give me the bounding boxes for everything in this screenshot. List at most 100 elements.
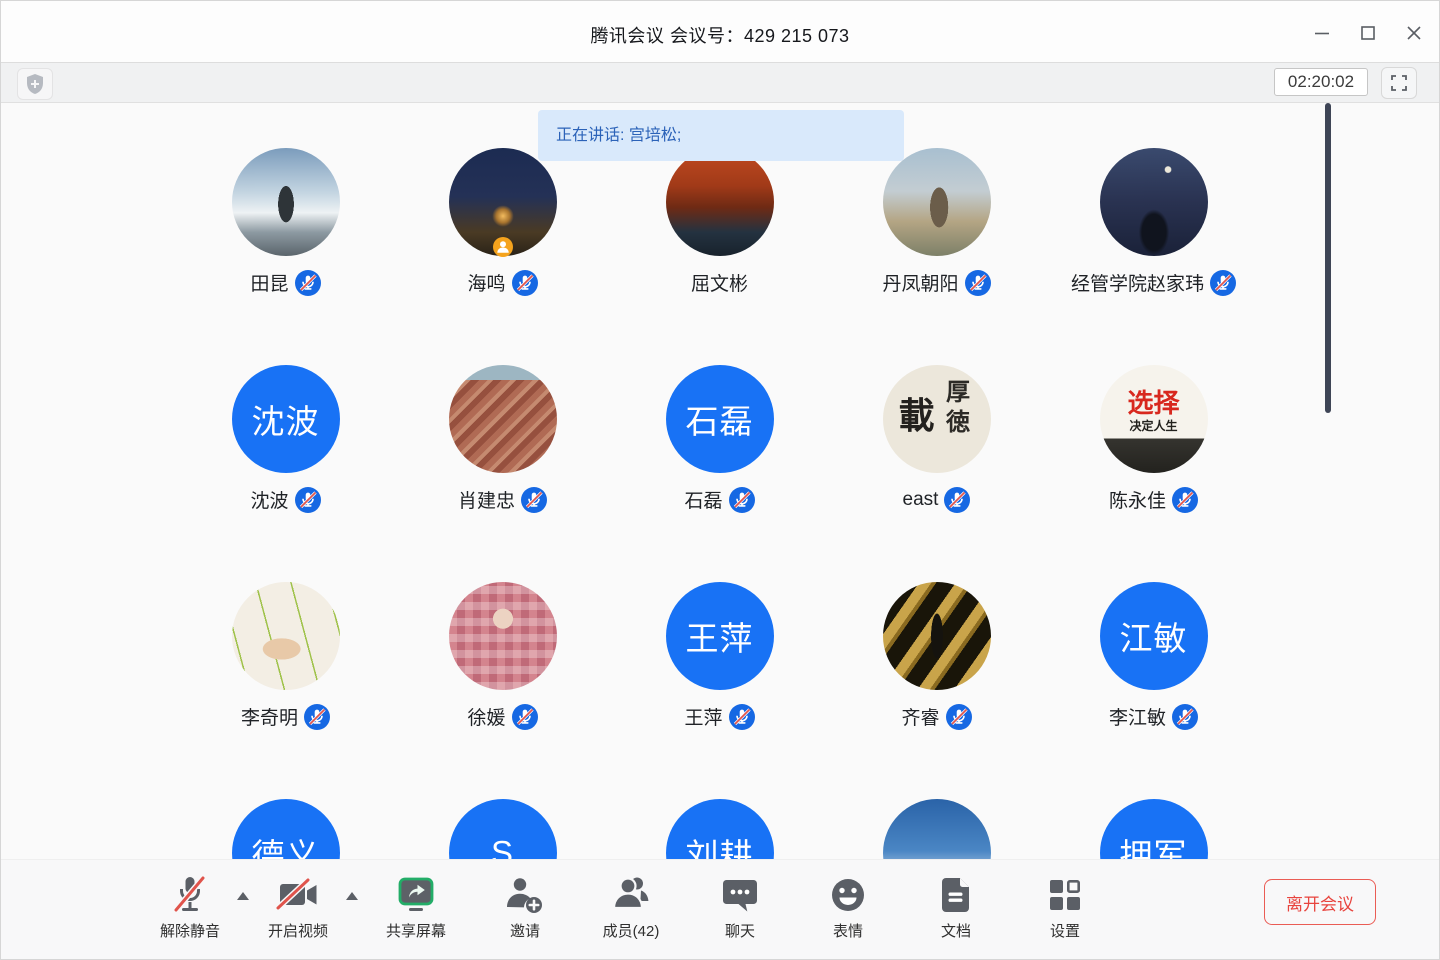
participant-tile[interactable]: 丹凤朝阳: [828, 148, 1045, 296]
muted-mic-icon: [521, 487, 547, 513]
participant-name: 丹凤朝阳: [882, 269, 958, 296]
avatar-art-subtext: 决定人生: [1100, 417, 1208, 434]
settings-button[interactable]: 设置: [1010, 872, 1120, 941]
chat-button[interactable]: 聊天: [685, 872, 795, 941]
muted-mic-icon: [295, 487, 321, 513]
participant-tile[interactable]: 齐睿: [828, 582, 1045, 730]
muted-mic-icon: [295, 270, 321, 296]
avatar-initials: 王萍: [686, 612, 754, 660]
participant-name-row: 沈波: [177, 486, 394, 513]
window-title: 腾讯会议 会议号：429 215 073: [0, 22, 1440, 48]
close-button[interactable]: [1398, 18, 1430, 48]
participant-tile[interactable]: 載厚徳east: [828, 365, 1045, 513]
speaking-banner: 正在讲话: 宫培松;: [538, 110, 904, 161]
participant-name-row: 陈永佳: [1045, 486, 1262, 513]
docs-label: 文档: [901, 920, 1011, 941]
muted-mic-icon: [729, 487, 755, 513]
participant-tile[interactable]: 徐媛: [394, 582, 611, 730]
participant-tile[interactable]: 海鸣: [394, 148, 611, 296]
participant-name-row: 经管学院赵家玮: [1045, 269, 1262, 296]
participant-avatar: 石磊: [666, 365, 774, 473]
participant-avatar: 沈波: [232, 365, 340, 473]
minimize-button[interactable]: [1306, 18, 1338, 48]
muted-mic-icon: [965, 270, 991, 296]
participant-tile[interactable]: 江敏李江敏: [1045, 582, 1262, 730]
meeting-security-button[interactable]: [17, 68, 53, 100]
participant-avatar: [1100, 148, 1208, 256]
chat-icon: [685, 872, 795, 918]
participant-avatar: [883, 582, 991, 690]
muted-mic-icon: [512, 704, 538, 730]
scrollbar-thumb[interactable]: [1325, 103, 1331, 413]
maximize-icon: [1361, 26, 1375, 40]
chat-label: 聊天: [685, 920, 795, 941]
start-video-button[interactable]: 开启视频: [243, 872, 353, 941]
participant-avatar: 王萍: [666, 582, 774, 690]
participant-name: 沈波: [250, 486, 288, 513]
unmute-label: 解除静音: [135, 920, 245, 941]
muted-mic-icon: [1172, 704, 1198, 730]
muted-mic-icon: [944, 487, 970, 513]
participant-tile[interactable]: 石磊石磊: [611, 365, 828, 513]
title-bar: 腾讯会议 会议号：429 215 073: [0, 0, 1440, 62]
participant-avatar: [449, 365, 557, 473]
participant-tile[interactable]: 田昆: [177, 148, 394, 296]
leave-meeting-button[interactable]: 离开会议: [1264, 879, 1376, 925]
participant-avatar: [883, 148, 991, 256]
participant-tile[interactable]: 李奇明: [177, 582, 394, 730]
emoji-label: 表情: [793, 920, 903, 941]
members-icon: [576, 872, 686, 918]
participant-name: 李江敏: [1109, 703, 1166, 730]
muted-mic-icon: [304, 704, 330, 730]
close-icon: [1407, 26, 1421, 40]
members-button[interactable]: 成员(42): [576, 872, 686, 941]
docs-button[interactable]: 文档: [901, 872, 1011, 941]
settings-grid-icon: [1010, 872, 1120, 918]
participant-name-row: 石磊: [611, 486, 828, 513]
participant-avatar: 載厚徳: [883, 365, 991, 473]
muted-mic-icon: [729, 704, 755, 730]
emoji-button[interactable]: 表情: [793, 872, 903, 941]
mic-muted-icon: [135, 872, 245, 918]
participant-name-row: 齐睿: [828, 703, 1045, 730]
screen-share-icon: [361, 872, 471, 918]
participant-name: 田昆: [250, 269, 288, 296]
participant-grid: 田昆海鸣屈文彬丹凤朝阳经管学院赵家玮沈波沈波肖建忠石磊石磊載厚徳east选择决定…: [177, 103, 1262, 960]
video-grid-area: 正在讲话: 宫培松; 田昆海鸣屈文彬丹凤朝阳经管学院赵家玮沈波沈波肖建忠石磊石磊…: [0, 103, 1440, 960]
maximize-button[interactable]: [1352, 18, 1384, 48]
participant-name-row: 李江敏: [1045, 703, 1262, 730]
participant-tile[interactable]: 选择决定人生陈永佳: [1045, 365, 1262, 513]
participant-name: 屈文彬: [691, 269, 748, 296]
fullscreen-button[interactable]: [1381, 67, 1417, 99]
muted-mic-icon: [1172, 487, 1198, 513]
participant-name: 陈永佳: [1109, 486, 1166, 513]
share-screen-button[interactable]: 共享屏幕: [361, 872, 471, 941]
shield-plus-icon: [25, 73, 45, 95]
avatar-initials: 江敏: [1120, 612, 1188, 660]
participant-name: 王萍: [684, 703, 722, 730]
window-controls: [1306, 18, 1430, 48]
emoji-icon: [793, 872, 903, 918]
avatar-art-subtext: 厚徳: [938, 379, 973, 439]
participant-name: 徐媛: [467, 703, 505, 730]
participant-tile[interactable]: 屈文彬: [611, 148, 828, 296]
participant-name-row: 屈文彬: [611, 269, 828, 296]
participant-name-row: 李奇明: [177, 703, 394, 730]
participant-tile[interactable]: 王萍王萍: [611, 582, 828, 730]
participant-tile[interactable]: 沈波沈波: [177, 365, 394, 513]
invite-button[interactable]: 邀请: [470, 872, 580, 941]
participant-avatar: 选择决定人生: [1100, 365, 1208, 473]
avatar-initials: 石磊: [686, 395, 754, 443]
document-icon: [901, 872, 1011, 918]
fullscreen-icon: [1391, 75, 1407, 91]
participant-name-row: 海鸣: [394, 269, 611, 296]
participant-tile[interactable]: 经管学院赵家玮: [1045, 148, 1262, 296]
participant-avatar: [449, 582, 557, 690]
participant-name: 肖建忠: [458, 486, 515, 513]
start-video-options-caret-icon[interactable]: [346, 892, 358, 900]
participant-name-row: 王萍: [611, 703, 828, 730]
avatar-art-text: 选择: [1100, 383, 1208, 420]
participant-tile[interactable]: 肖建忠: [394, 365, 611, 513]
unmute-button[interactable]: 解除静音: [135, 872, 245, 941]
participant-name: 齐睿: [901, 703, 939, 730]
